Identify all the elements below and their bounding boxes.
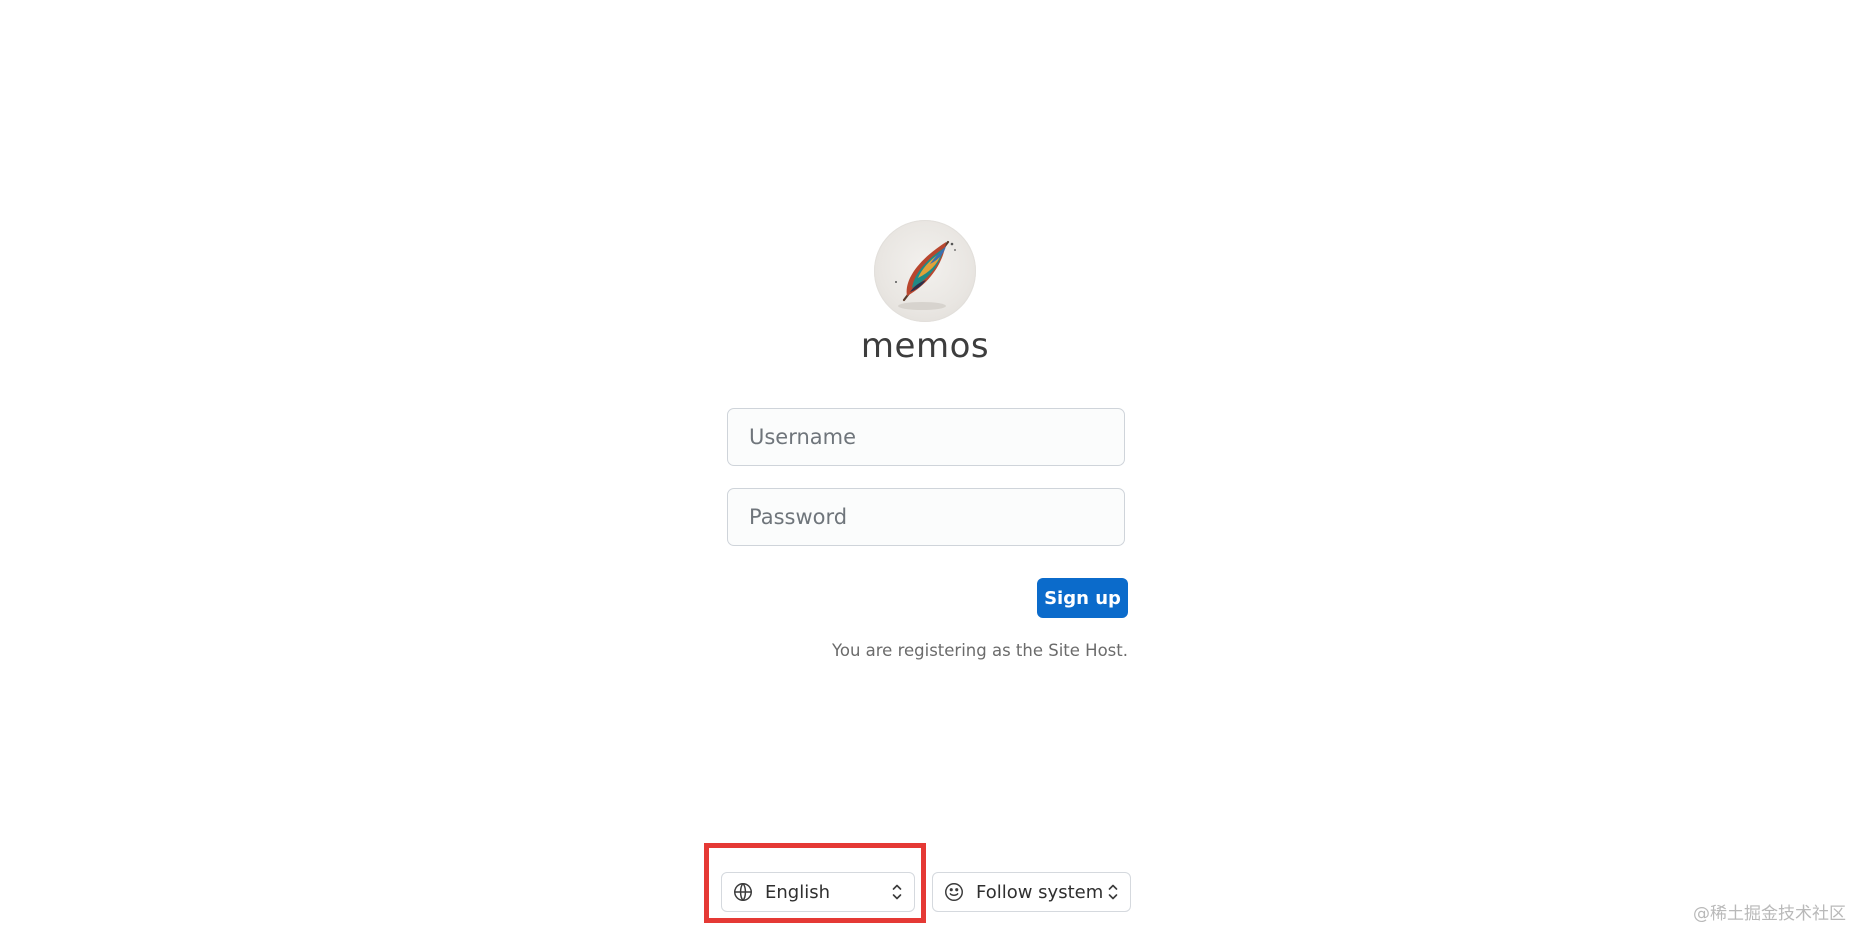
app-title: memos <box>860 326 990 366</box>
site-host-hint: You are registering as the Site Host. <box>831 641 1128 660</box>
feather-quill-icon <box>895 240 956 310</box>
chevron-up-down-icon <box>892 884 902 900</box>
language-select[interactable]: English <box>721 872 915 912</box>
chevron-up-down-icon <box>1108 884 1118 900</box>
smile-icon <box>945 883 963 901</box>
watermark: @稀土掘金技术社区 <box>1693 904 1846 924</box>
username-input[interactable] <box>727 408 1125 466</box>
password-input[interactable] <box>727 488 1125 546</box>
appearance-select[interactable]: Follow system <box>932 872 1131 912</box>
globe-icon <box>734 883 752 901</box>
sign-up-button[interactable]: Sign up <box>1037 578 1128 618</box>
language-value: English <box>765 881 830 903</box>
appearance-value: Follow system <box>976 881 1104 903</box>
signup-page: memos Sign up You are registering as the… <box>0 0 1850 929</box>
memos-logo <box>874 220 976 322</box>
